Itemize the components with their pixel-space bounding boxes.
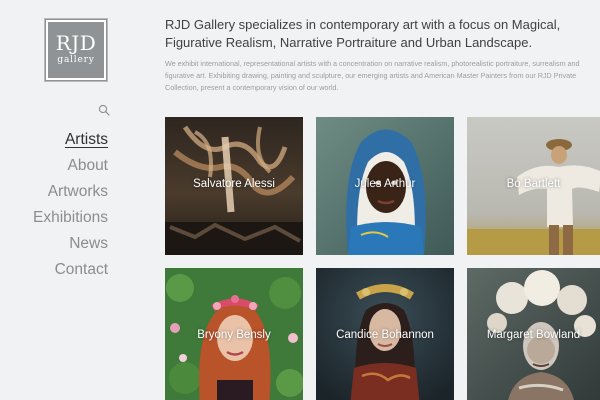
gallery-headline: RJD Gallery specializes in contemporary … [165, 17, 561, 50]
artist-tile-margaret-bowland[interactable]: Margaret Bowland [467, 268, 600, 400]
artist-name: Bo Bartlett [506, 178, 561, 190]
nav-item-artists[interactable]: Artists [0, 127, 108, 153]
gallery-logo[interactable]: RJD gallery [44, 18, 108, 82]
artist-tile-bo-bartlett[interactable]: Bo Bartlett [467, 117, 600, 255]
page: RJD gallery Artists About Artworks Exhib… [0, 0, 600, 400]
gallery-intro: We exhibit international, representation… [165, 59, 580, 92]
artist-name: Bryony Bensly [197, 329, 271, 341]
artist-name: Jules Arthur [354, 178, 416, 190]
artist-tile-candice-bohannon[interactable]: Candice Bohannon [316, 268, 454, 400]
logo-main-text: RJD [55, 31, 97, 55]
logo-sub-text: gallery [57, 55, 95, 65]
artist-name: Margaret Bowland [486, 329, 581, 341]
artist-name: Salvatore Alessi [193, 178, 275, 190]
search-icon[interactable] [98, 104, 110, 116]
nav-item-news[interactable]: News [0, 231, 108, 257]
artist-tile-salvatore-alessi[interactable]: Salvatore Alessi [165, 117, 303, 255]
nav-item-artworks[interactable]: Artworks [0, 179, 108, 205]
nav-item-contact[interactable]: Contact [0, 257, 108, 283]
artist-tile-jules-arthur[interactable]: Jules Arthur [316, 117, 454, 255]
artist-tile-bryony-bensly[interactable]: Bryony Bensly [165, 268, 303, 400]
nav-item-exhibitions[interactable]: Exhibitions [0, 205, 108, 231]
artist-name: Candice Bohannon [336, 329, 434, 341]
nav-item-about[interactable]: About [0, 153, 108, 179]
main-nav: Artists About Artworks Exhibitions News … [0, 127, 108, 283]
